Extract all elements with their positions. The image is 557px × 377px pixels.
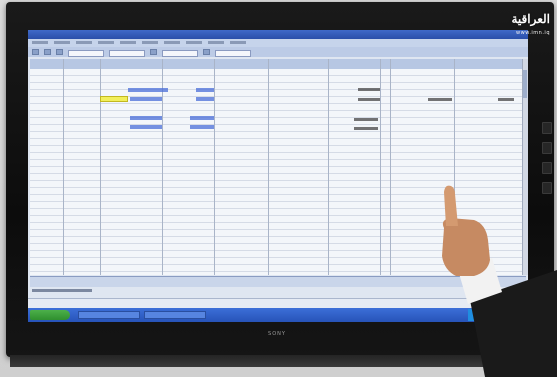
window-title-bar	[28, 30, 528, 39]
menu-item[interactable]	[98, 41, 114, 44]
grid-cell-value[interactable]	[190, 125, 214, 129]
table-row[interactable]	[30, 146, 522, 153]
toolbar-field[interactable]	[109, 50, 145, 57]
grid-cell-value[interactable]	[354, 118, 378, 121]
grid-cell-value[interactable]	[498, 98, 514, 101]
grid-cell-value[interactable]	[196, 97, 214, 101]
grid-column-divider	[328, 59, 329, 275]
toolbar-field[interactable]	[215, 50, 251, 57]
table-row[interactable]	[30, 167, 522, 174]
grid-cell-value[interactable]	[128, 88, 168, 92]
toolbar-button[interactable]	[56, 49, 63, 55]
table-row[interactable]	[30, 132, 522, 139]
table-row[interactable]	[30, 104, 522, 111]
taskbar-item[interactable]	[78, 311, 140, 319]
grid-column-divider	[214, 59, 215, 275]
menu-item[interactable]	[54, 41, 70, 44]
watermark-logo: العراقية	[511, 12, 550, 26]
grid-cell-value[interactable]	[190, 116, 214, 120]
grid-cell-value[interactable]	[196, 88, 214, 92]
menu-bar	[28, 39, 528, 47]
menu-item[interactable]	[120, 41, 136, 44]
toolbar-field[interactable]	[68, 50, 104, 57]
menu-item[interactable]	[142, 41, 158, 44]
menu-item[interactable]	[164, 41, 180, 44]
table-row[interactable]	[30, 160, 522, 167]
taskbar-item[interactable]	[144, 311, 206, 319]
watermark-url: www.imn.iq	[516, 30, 550, 36]
menu-item[interactable]	[76, 41, 92, 44]
menu-item[interactable]	[208, 41, 224, 44]
status-line	[32, 288, 232, 294]
monitor-brand-logo: SONY	[268, 331, 286, 337]
grid-cell-value[interactable]	[130, 97, 162, 101]
toolbar-button[interactable]	[203, 49, 210, 55]
monitor-side-button	[542, 162, 552, 174]
scrollbar-thumb[interactable]	[523, 70, 527, 98]
pointing-hand	[442, 185, 557, 377]
monitor-side-button	[542, 142, 552, 154]
toolbar-field[interactable]	[162, 50, 198, 57]
menu-item[interactable]	[230, 41, 246, 44]
grid-cell-value[interactable]	[358, 88, 380, 91]
toolbar	[28, 47, 528, 57]
grid-cell-value[interactable]	[358, 98, 380, 101]
grid-cell-value[interactable]	[130, 116, 162, 120]
grid-cell-value[interactable]	[354, 127, 378, 130]
grid-column-divider	[380, 59, 381, 275]
table-row[interactable]	[30, 125, 522, 132]
grid-column-divider	[100, 59, 101, 275]
grid-column-divider	[390, 59, 391, 275]
table-row[interactable]	[30, 76, 522, 83]
table-row[interactable]	[30, 139, 522, 146]
table-row[interactable]	[30, 69, 522, 76]
monitor-side-button	[542, 122, 552, 134]
menu-item[interactable]	[186, 41, 202, 44]
table-row[interactable]	[30, 118, 522, 125]
status-text	[32, 289, 92, 292]
toolbar-button[interactable]	[32, 49, 39, 55]
grid-cell-value[interactable]	[130, 125, 162, 129]
table-row[interactable]	[30, 153, 522, 160]
grid-column-divider	[63, 59, 64, 275]
toolbar-button[interactable]	[150, 49, 157, 55]
table-row[interactable]	[30, 83, 522, 90]
grid-cell-value[interactable]	[428, 98, 452, 101]
grid-cell-selected[interactable]	[100, 96, 128, 102]
start-button[interactable]	[30, 310, 70, 320]
grid-column-divider	[268, 59, 269, 275]
table-row[interactable]	[30, 111, 522, 118]
toolbar-button[interactable]	[44, 49, 51, 55]
menu-item[interactable]	[32, 41, 48, 44]
